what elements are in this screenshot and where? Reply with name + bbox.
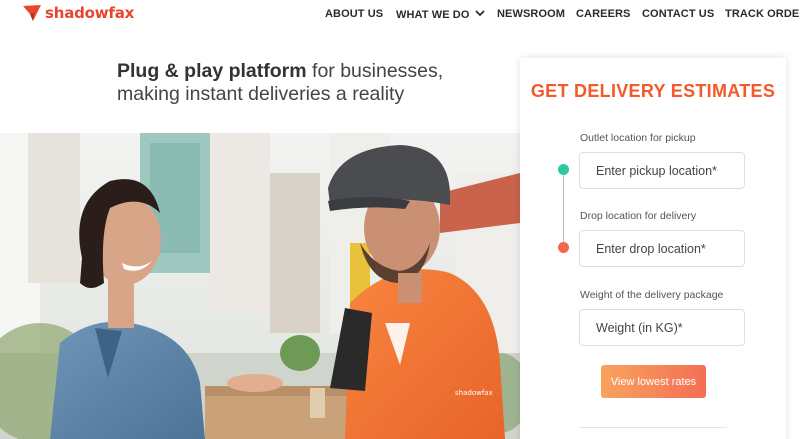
pickup-dot-icon [558,164,569,175]
chevron-down-icon [474,8,485,20]
pickup-label: Outlet location for pickup [580,132,696,144]
site-header: shadowfax ABOUT US WHAT WE DO NEWSROOM C… [0,0,800,30]
nav-newsroom-label: NEWSROOM [497,8,566,20]
card-divider [579,427,727,428]
nav-what-we-do-label: WHAT WE DO [396,9,470,21]
nav-track-order[interactable]: TRACK ORDER [725,8,800,20]
nav-about-us-label: ABOUT US [325,8,384,20]
nav-track-order-label: TRACK ORDER [725,8,800,20]
view-lowest-rates-button[interactable]: View lowest rates [601,365,706,398]
hero-illustration [0,133,520,439]
nav-newsroom[interactable]: NEWSROOM [497,8,565,20]
tagline-bold: Plug & play platform [117,60,307,82]
estimate-title: GET DELIVERY ESTIMATES [530,81,776,101]
nav-careers[interactable]: CAREERS [576,8,631,20]
hero-tagline: Plug & play platform for businesses, mak… [117,60,497,106]
main-nav: ABOUT US WHAT WE DO NEWSROOM CAREERS CON… [0,8,800,22]
drop-location-input[interactable] [579,230,745,267]
nav-contact-us-label: CONTACT US [642,8,715,20]
weight-label: Weight of the delivery package [580,289,724,301]
drop-dot-icon [558,242,569,253]
route-line [563,171,564,247]
nav-contact-us[interactable]: CONTACT US [642,8,714,20]
tagline-line2: making instant deliveries a reality [117,83,405,105]
package-weight-input[interactable] [579,309,745,346]
nav-what-we-do[interactable]: WHAT WE DO [396,8,485,21]
delivery-estimate-card: GET DELIVERY ESTIMATES Outlet location f… [520,58,786,439]
drop-label: Drop location for delivery [580,210,697,222]
tagline-rest: for businesses, [306,60,444,82]
hero-photo: shadowfax [0,133,520,439]
nav-about-us[interactable]: ABOUT US [325,8,383,20]
pickup-location-input[interactable] [579,152,745,189]
uniform-brand-label: shadowfax [455,389,493,397]
nav-careers-label: CAREERS [576,8,631,20]
